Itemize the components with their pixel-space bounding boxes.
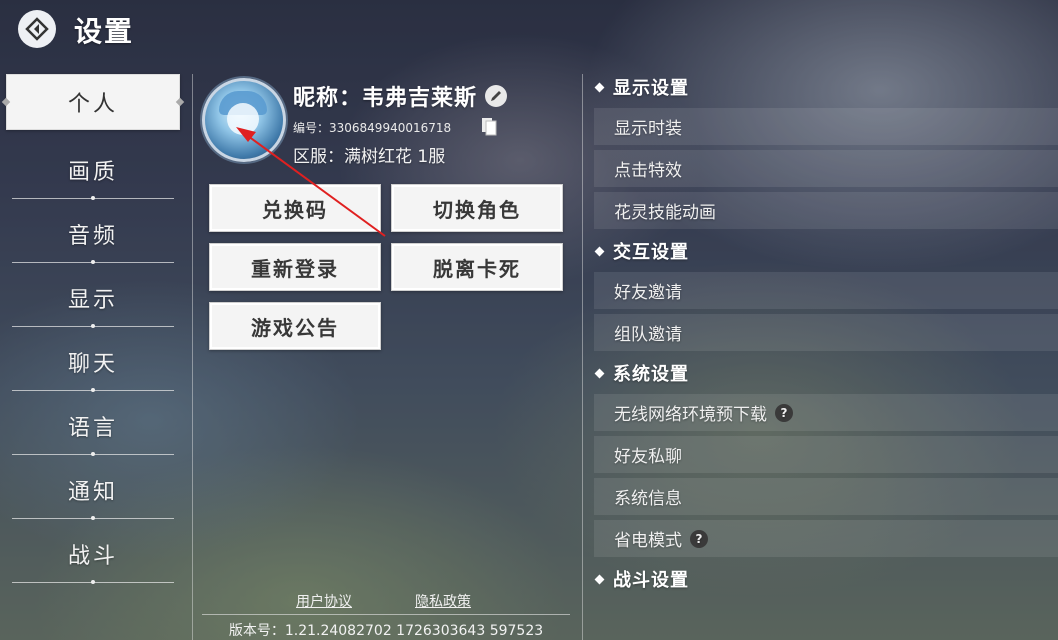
switch-character-button[interactable]: 切换角色 — [391, 184, 563, 232]
nav-item-graphics[interactable]: 画质 — [6, 138, 180, 202]
section-title: 显示设置 — [613, 78, 689, 99]
setting-friend-invite[interactable]: 好友邀请 — [594, 272, 1058, 309]
setting-label: 无线网络环境预下载 — [614, 405, 767, 425]
settings-list: 显示设置 显示时装 点击特效 花灵技能动画 交互设置 好友邀请 组队邀请 系统设… — [594, 70, 1058, 596]
uid-row: 编号：3306849940016718 — [293, 119, 451, 136]
nav-item-label: 画质 — [67, 160, 118, 185]
nav-item-notification[interactable]: 通知 — [6, 458, 180, 522]
nav-item-label: 战斗 — [67, 544, 118, 569]
setting-power-saving[interactable]: 省电模式? — [594, 520, 1058, 557]
setting-label: 好友邀请 — [614, 283, 682, 303]
nav-item-label: 显示 — [67, 288, 118, 313]
nav-divider — [192, 74, 193, 640]
settings-nav: 个人 画质 音频 显示 聊天 语言 通知 战斗 — [6, 74, 180, 586]
footer-divider — [202, 614, 570, 615]
header: 设置 — [0, 0, 1058, 56]
unstuck-button[interactable]: 脱离卡死 — [391, 243, 563, 291]
announcement-button[interactable]: 游戏公告 — [209, 302, 381, 350]
privacy-policy-link[interactable]: 隐私政策 — [415, 591, 471, 611]
setting-click-effect[interactable]: 点击特效 — [594, 150, 1058, 187]
avatar-face — [227, 103, 259, 135]
server-info: 区服：满树红花 1服 — [293, 147, 446, 167]
setting-team-invite[interactable]: 组队邀请 — [594, 314, 1058, 351]
uid: 编号：3306849940016718 — [293, 121, 452, 135]
nav-item-label: 音频 — [67, 224, 118, 249]
setting-label: 系统信息 — [614, 489, 682, 509]
divider — [12, 390, 174, 391]
edit-nickname-button[interactable] — [485, 85, 508, 107]
nav-item-display[interactable]: 显示 — [6, 266, 180, 330]
divider — [12, 198, 174, 199]
pencil-icon — [491, 91, 502, 101]
back-icon — [25, 17, 49, 41]
setting-label: 省电模式 — [614, 531, 682, 551]
setting-label: 好友私聊 — [614, 447, 682, 467]
section-title: 战斗设置 — [613, 570, 689, 591]
nav-item-personal[interactable]: 个人 — [6, 74, 180, 130]
setting-label: 点击特效 — [614, 161, 682, 181]
avatar[interactable] — [202, 78, 286, 162]
nav-item-label: 通知 — [67, 480, 118, 505]
section-display: 显示设置 — [594, 70, 1058, 104]
help-icon[interactable]: ? — [775, 403, 793, 422]
divider — [12, 326, 174, 327]
divider — [12, 518, 174, 519]
nav-item-label: 聊天 — [67, 352, 118, 377]
setting-label: 显示时装 — [614, 119, 682, 139]
setting-label: 花灵技能动画 — [614, 203, 716, 223]
setting-wifi-predownload[interactable]: 无线网络环境预下载? — [594, 394, 1058, 431]
back-button[interactable] — [18, 10, 56, 48]
section-battle: 战斗设置 — [594, 562, 1058, 596]
section-title: 系统设置 — [613, 364, 689, 385]
diamond-icon — [594, 574, 605, 584]
nav-item-chat[interactable]: 聊天 — [6, 330, 180, 394]
divider — [12, 262, 174, 263]
setting-system-info[interactable]: 系统信息 — [594, 478, 1058, 515]
diamond-icon — [594, 246, 605, 256]
nickname-row: 昵称：韦弗吉莱斯 — [293, 80, 508, 112]
relogin-button[interactable]: 重新登录 — [209, 243, 381, 291]
setting-show-costume[interactable]: 显示时装 — [594, 108, 1058, 145]
section-interaction: 交互设置 — [594, 234, 1058, 268]
nav-item-language[interactable]: 语言 — [6, 394, 180, 458]
section-title: 交互设置 — [613, 242, 689, 263]
nav-item-label: 个人 — [67, 92, 118, 117]
diamond-icon — [594, 368, 605, 378]
redeem-code-button[interactable]: 兑换码 — [209, 184, 381, 232]
page-title: 设置 — [74, 15, 135, 48]
user-agreement-link[interactable]: 用户协议 — [296, 591, 352, 611]
setting-friend-chat[interactable]: 好友私聊 — [594, 436, 1058, 473]
version-text: 版本号：1.21.24082702 1726303643 597523 — [228, 623, 544, 639]
setting-label: 组队邀请 — [614, 325, 682, 345]
nickname: 昵称：韦弗吉莱斯 — [293, 86, 478, 111]
diamond-icon — [594, 82, 605, 92]
nav-item-audio[interactable]: 音频 — [6, 202, 180, 266]
divider — [12, 454, 174, 455]
help-icon[interactable]: ? — [690, 529, 708, 548]
setting-skill-animation[interactable]: 花灵技能动画 — [594, 192, 1058, 229]
divider — [12, 582, 174, 583]
nav-item-label: 语言 — [67, 416, 118, 441]
nav-item-battle[interactable]: 战斗 — [6, 522, 180, 586]
section-system: 系统设置 — [594, 356, 1058, 390]
copy-icon[interactable] — [480, 116, 498, 136]
panel-divider — [582, 74, 583, 640]
